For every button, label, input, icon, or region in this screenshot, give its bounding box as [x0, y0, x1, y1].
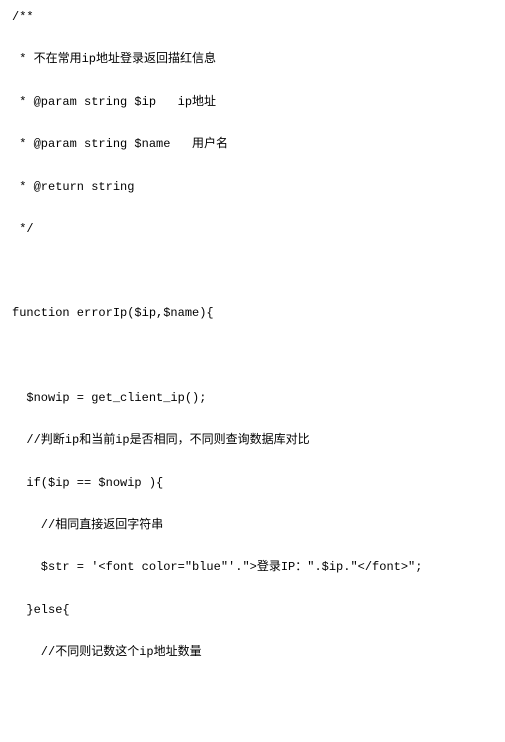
blank-line — [12, 166, 493, 180]
blank-line — [12, 448, 493, 462]
blank-line — [12, 264, 493, 278]
blank-line — [12, 194, 493, 208]
blank-line — [12, 152, 493, 166]
blank-line — [12, 631, 493, 645]
blank-line — [12, 617, 493, 631]
blank-line — [12, 349, 493, 363]
code-line: //不同则记数这个ip地址数量 — [12, 645, 493, 659]
blank-line — [12, 589, 493, 603]
code-line: }else{ — [12, 603, 493, 617]
blank-line — [12, 504, 493, 518]
blank-line — [12, 377, 493, 391]
blank-line — [12, 81, 493, 95]
blank-line — [12, 419, 493, 433]
blank-line — [12, 490, 493, 504]
blank-line — [12, 363, 493, 377]
code-line: /** — [12, 10, 493, 24]
blank-line — [12, 123, 493, 137]
blank-line — [12, 321, 493, 335]
code-line: * @param string $ip ip地址 — [12, 95, 493, 109]
code-line: //相同直接返回字符串 — [12, 518, 493, 532]
blank-line — [12, 250, 493, 264]
code-line: if($ip == $nowip ){ — [12, 476, 493, 490]
blank-line — [12, 575, 493, 589]
blank-line — [12, 109, 493, 123]
code-line: $str = '<font color="blue"'.">登录IP：".$ip… — [12, 560, 493, 574]
blank-line — [12, 335, 493, 349]
blank-line — [12, 532, 493, 546]
code-line: * @param string $name 用户名 — [12, 137, 493, 151]
code-line: function errorIp($ip,$name){ — [12, 306, 493, 320]
code-line: * @return string — [12, 180, 493, 194]
blank-line — [12, 278, 493, 292]
blank-line — [12, 38, 493, 52]
blank-line — [12, 208, 493, 222]
code-line: //判断ip和当前ip是否相同，不同则查询数据库对比 — [12, 433, 493, 447]
blank-line — [12, 24, 493, 38]
blank-line — [12, 462, 493, 476]
code-line: */ — [12, 222, 493, 236]
blank-line — [12, 67, 493, 81]
blank-line — [12, 236, 493, 250]
blank-line — [12, 292, 493, 306]
blank-line — [12, 405, 493, 419]
code-line: * 不在常用ip地址登录返回描红信息 — [12, 52, 493, 66]
blank-line — [12, 546, 493, 560]
code-line: $nowip = get_client_ip(); — [12, 391, 493, 405]
